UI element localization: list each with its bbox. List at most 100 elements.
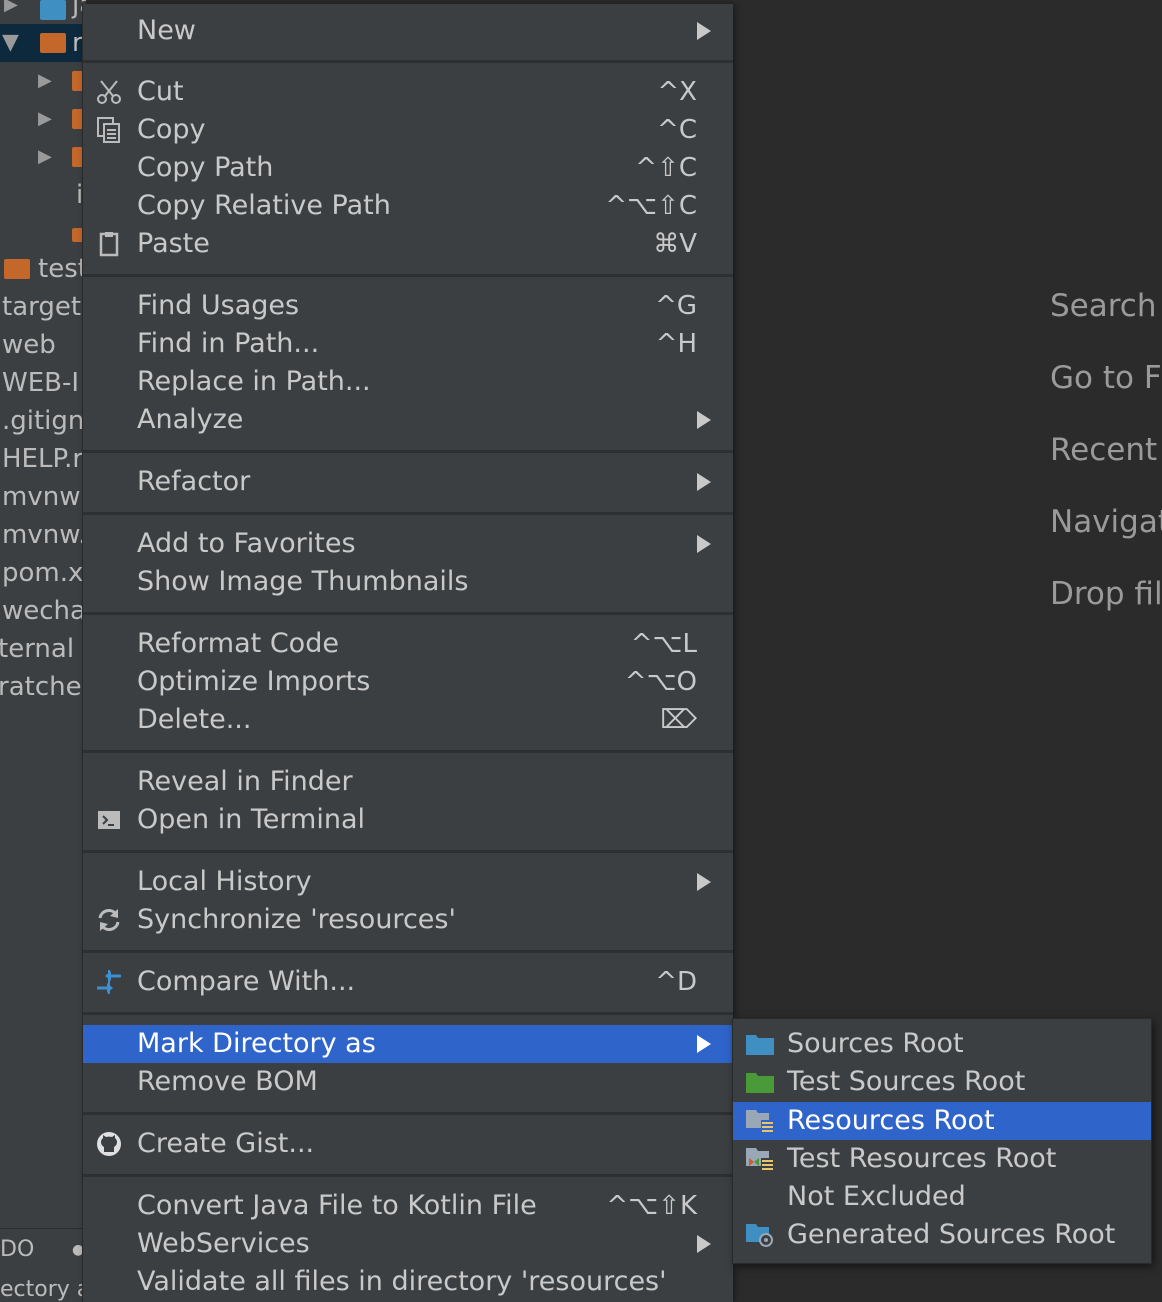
menu-item-webservices[interactable]: WebServices [83,1225,733,1263]
menu-item-copy-relative-path[interactable]: Copy Relative Path ^⌥⇧C [83,187,733,225]
tree-item-child[interactable]: ▶ [0,138,86,176]
tree-item-resources[interactable]: ▼ r [0,24,86,62]
collapse-arrow-icon[interactable]: ▼ [2,24,19,62]
tree-item-gitignore[interactable]: .gitign [0,402,86,440]
menu-item-label: WebServices [137,1228,310,1259]
menu-item-analyze[interactable]: Analyze [83,401,733,439]
tree-item-mvnw-cmd[interactable]: mvnw. [0,516,86,554]
menu-item-label: Copy Path [137,152,274,183]
tree-item-wechat[interactable]: wecha [0,592,86,630]
tree-item-mvnw[interactable]: mvnw [0,478,86,516]
menu-item-find-usages[interactable]: Find Usages ^G [83,287,733,325]
tree-item-test[interactable]: test [0,250,86,288]
menu-item-paste[interactable]: Paste ⌘V [83,225,733,263]
menu-item-copy-path[interactable]: Copy Path ^⇧C [83,149,733,187]
tree-item-child[interactable]: ▶ [0,62,86,100]
submenu-item-label: Not Excluded [787,1181,966,1212]
menu-item-convert-to-kotlin[interactable]: Convert Java File to Kotlin File ^⌥⇧K [83,1187,733,1225]
menu-item-cut[interactable]: Cut ^X [83,73,733,111]
generated-sources-folder-icon [746,1224,773,1247]
submenu-arrow-icon [697,1035,711,1053]
submenu-item-test-resources-root[interactable]: Test Resources Root [733,1140,1151,1178]
submenu-item-sources-root[interactable]: Sources Root [733,1025,1151,1063]
github-icon [97,1132,121,1156]
expand-arrow-icon[interactable]: ▶ [38,100,52,138]
resources-root-folder-icon [746,1110,774,1133]
menu-item-open-in-terminal[interactable]: Open in Terminal [83,801,733,839]
tree-item-child[interactable]: ▶ [0,100,86,138]
tree-item-web-inf[interactable]: WEB-I [0,364,86,402]
tree-item-target[interactable]: target [0,288,86,326]
menu-item-shortcut: ^⌥⇧K [606,1191,697,1221]
tree-item-label: wecha [2,596,86,626]
tree-item-file[interactable] [0,214,86,252]
tree-item-web[interactable]: web [0,326,86,364]
menu-item-local-history[interactable]: Local History [83,863,733,901]
menu-item-new[interactable]: New [83,12,733,50]
tree-item-scratches[interactable]: ratches [0,668,86,706]
expand-arrow-icon[interactable]: ▶ [38,138,52,176]
menu-item-label: Cut [137,76,184,107]
menu-item-label: Reformat Code [137,628,339,659]
tree-item-label: test [38,254,86,284]
bottom-tool-strip: DO● ectory as [0,1228,86,1302]
tree-item-file[interactable]: i [0,176,86,214]
menu-item-create-gist[interactable]: Create Gist... [83,1125,733,1163]
submenu-item-generated-sources-root[interactable]: Generated Sources Root [733,1216,1151,1254]
menu-separator [83,1012,733,1015]
menu-item-mark-directory-as[interactable]: Mark Directory as [83,1025,733,1063]
menu-separator [83,450,733,453]
menu-item-add-to-favorites[interactable]: Add to Favorites [83,525,733,563]
submenu-arrow-icon [697,411,711,429]
menu-item-show-image-thumbnails[interactable]: Show Image Thumbnails [83,563,733,601]
menu-item-reformat-code[interactable]: Reformat Code ^⌥L [83,625,733,663]
menu-item-shortcut: ^H [655,329,697,359]
todo-tab[interactable]: DO ● [0,1231,86,1269]
submenu-arrow-icon [697,535,711,553]
menu-separator [83,274,733,277]
expand-arrow-icon[interactable]: ▶ [38,62,52,100]
tree-item-label: mvnw [2,482,81,512]
menu-item-optimize-imports[interactable]: Optimize Imports ^⌥O [83,663,733,701]
folder-icon [40,0,66,20]
tree-item-external-libraries[interactable]: ternal L [0,630,86,668]
menu-item-synchronize[interactable]: Synchronize 'resources' [83,901,733,939]
menu-separator [83,60,733,63]
menu-separator [83,850,733,853]
folder-icon [4,259,30,279]
menu-item-label: New [137,15,196,46]
menu-item-shortcut: ^D [655,967,697,997]
context-menu: New Cut ^X Copy ^C Copy Path ^⇧C Copy Re… [82,4,733,1302]
submenu-item-resources-root[interactable]: Resources Root [733,1102,1151,1140]
tree-item-label: mvnw. [2,520,86,550]
menu-item-label: Local History [137,866,312,897]
menu-item-reveal-in-finder[interactable]: Reveal in Finder [83,763,733,801]
menu-item-find-in-path[interactable]: Find in Path... ^H [83,325,733,363]
hint-drop-files: Drop fil [1050,576,1162,612]
menu-item-replace-in-path[interactable]: Replace in Path... [83,363,733,401]
tree-item-help[interactable]: HELP.r [0,440,86,478]
menu-item-refactor[interactable]: Refactor [83,463,733,501]
menu-item-label: Show Image Thumbnails [137,566,469,597]
submenu-item-label: Resources Root [787,1105,995,1136]
menu-item-validate-all-files[interactable]: Validate all files in directory 'resourc… [83,1263,733,1301]
menu-item-compare-with[interactable]: Compare With... ^D [83,963,733,1001]
test-resources-folder-icon [746,1148,774,1171]
submenu-item-not-excluded[interactable]: Not Excluded [733,1178,1151,1216]
terminal-icon [98,811,120,829]
submenu-item-label: Generated Sources Root [787,1219,1116,1250]
tree-item-java[interactable]: ▶ java [0,0,86,24]
menu-item-label: Replace in Path... [137,366,371,397]
tree-item-label: target [2,292,82,322]
menu-item-remove-bom[interactable]: Remove BOM [83,1063,733,1101]
menu-item-label: Copy Relative Path [137,190,391,221]
menu-item-label: Validate all files in directory 'resourc… [137,1266,667,1297]
submenu-item-test-sources-root[interactable]: Test Sources Root [733,1063,1151,1101]
expand-arrow-icon[interactable]: ▶ [4,0,18,24]
menu-item-delete[interactable]: Delete... ⌦ [83,701,733,739]
menu-separator [83,512,733,515]
menu-item-label: Optimize Imports [137,666,371,697]
tree-item-pom[interactable]: pom.xı [0,554,86,592]
tree-item-label: ratches [0,672,86,702]
menu-item-copy[interactable]: Copy ^C [83,111,733,149]
